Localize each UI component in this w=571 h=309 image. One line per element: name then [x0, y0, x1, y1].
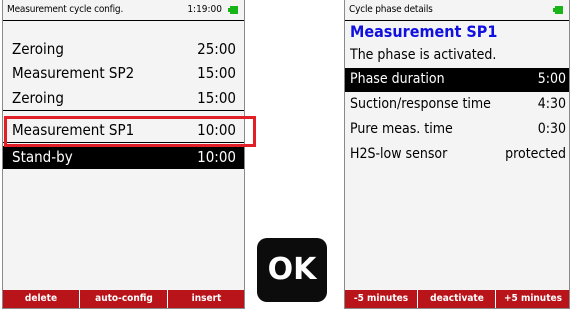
- auto-config-softkey[interactable]: auto-config: [79, 290, 168, 308]
- phase-status-text: The phase is activated.: [350, 47, 497, 63]
- battery-icon: [228, 6, 238, 14]
- phase-duration-row[interactable]: Phase duration 5:00: [345, 68, 569, 92]
- insert-softkey[interactable]: insert: [167, 290, 244, 308]
- phase-status-row: The phase is activated.: [345, 44, 569, 69]
- screen-title: Cycle phase details: [349, 4, 433, 15]
- softkey-bar: delete auto-config insert: [3, 290, 244, 308]
- status-bar: Cycle phase details: [345, 0, 569, 21]
- h2s-low-sensor-row[interactable]: H2S-low sensor protected: [345, 143, 569, 167]
- plus-5-minutes-softkey[interactable]: +5 minutes: [495, 290, 569, 308]
- battery-icon: [553, 6, 563, 14]
- delete-softkey[interactable]: delete: [3, 290, 79, 308]
- screen-title: Measurement cycle config.: [7, 4, 124, 15]
- list-item-zeroing-1[interactable]: Zeroing 25:00: [3, 38, 244, 61]
- minus-5-minutes-softkey[interactable]: -5 minutes: [345, 290, 417, 308]
- softkey-bar: -5 minutes deactivate +5 minutes: [345, 290, 569, 308]
- list-item-measurement-sp2[interactable]: Measurement SP2 15:00: [3, 62, 244, 85]
- clock: 1:19:00: [187, 4, 222, 15]
- cycle-phase-details-screen: Cycle phase details Measurement SP1 The …: [344, 0, 570, 309]
- status-bar: Measurement cycle config. 1:19:00: [3, 0, 244, 21]
- suction-response-time-row[interactable]: Suction/response time 4:30: [345, 93, 569, 117]
- cycle-config-screen: Measurement cycle config. 1:19:00 Zeroin…: [2, 0, 245, 309]
- pure-meas-time-row[interactable]: Pure meas. time 0:30: [345, 118, 569, 142]
- phase-heading: Measurement SP1: [350, 22, 498, 41]
- list-item-zeroing-2[interactable]: Zeroing 15:00: [3, 87, 244, 111]
- list-item-stand-by[interactable]: Stand-by 10:00: [3, 146, 244, 169]
- deactivate-softkey[interactable]: deactivate: [417, 290, 496, 308]
- ok-button[interactable]: OK: [257, 238, 327, 302]
- selection-highlight-box: [4, 116, 256, 147]
